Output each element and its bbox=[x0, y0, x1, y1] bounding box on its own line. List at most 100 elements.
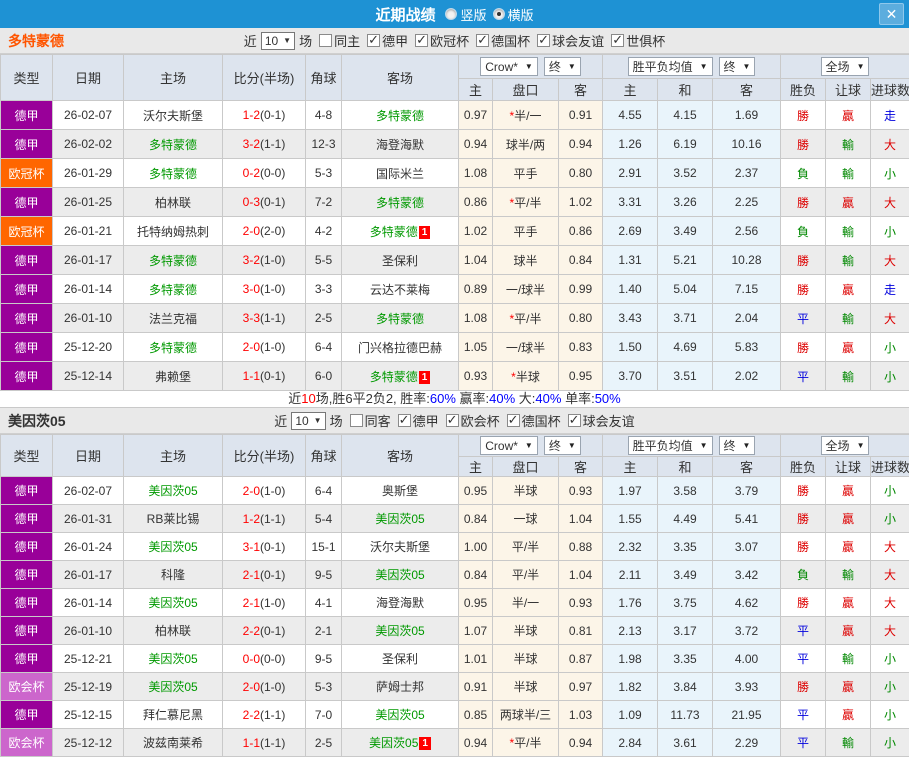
league-checkbox[interactable] bbox=[507, 414, 520, 427]
odds-source-select-0-1[interactable]: 终▼ bbox=[544, 57, 581, 76]
goals-result-cell: 大 bbox=[871, 561, 909, 589]
away-team-cell: 美因茨051 bbox=[342, 729, 459, 757]
odds-source-select-1-0[interactable]: 胜平负均值▼ bbox=[628, 436, 713, 455]
odds-home: 1.97 bbox=[603, 477, 658, 505]
results-table: 类型日期主场比分(半场)角球客场Crow*▼终▼胜平负均值▼终▼全场▼主盘口客主… bbox=[0, 54, 909, 391]
handicap-line: 半/一 bbox=[493, 589, 559, 617]
odds-group-header: 胜平负均值▼ 终▼ bbox=[603, 55, 781, 79]
odds-group-header: 胜平负均值▼ 终▼ bbox=[603, 435, 781, 457]
date-cell: 25-12-14 bbox=[53, 362, 124, 391]
column-header: 类型 bbox=[1, 55, 53, 101]
odds-home: 2.69 bbox=[603, 217, 658, 246]
radio-vertical-layout[interactable] bbox=[445, 8, 457, 20]
odds-source-select-0-0[interactable]: Crow*▼ bbox=[480, 57, 538, 76]
close-icon[interactable]: ✕ bbox=[879, 3, 904, 25]
team-label: 圣保利 bbox=[382, 652, 418, 666]
league-checkbox[interactable] bbox=[476, 34, 489, 47]
halftime-score: (1-0) bbox=[260, 282, 285, 296]
home-team-cell: 美因茨05 bbox=[124, 533, 223, 561]
fulltime-score: 1-2 bbox=[243, 512, 260, 526]
league-cell: 欧会杯 bbox=[1, 673, 53, 701]
odds-source-select-1-1[interactable]: 终▼ bbox=[719, 57, 756, 76]
league-checkbox[interactable] bbox=[398, 414, 411, 427]
away-team-cell: 萨姆士邦 bbox=[342, 673, 459, 701]
result-cell: 負 bbox=[781, 159, 826, 188]
score-cell: 3-0(1-0) bbox=[223, 275, 306, 304]
away-team-cell: 圣保利 bbox=[342, 246, 459, 275]
team-label: 美因茨05 bbox=[148, 596, 197, 610]
odds-source-select-0-0[interactable]: Crow*▼ bbox=[480, 436, 538, 455]
goals-result-cell: 小 bbox=[871, 505, 909, 533]
odds-away: 2.29 bbox=[713, 729, 781, 757]
radio-vertical-label[interactable]: 竖版 bbox=[460, 5, 486, 24]
odds-source-select-1-1[interactable]: 终▼ bbox=[719, 436, 756, 455]
handicap-away-odds: 1.03 bbox=[559, 701, 603, 729]
chevron-down-icon: ▼ bbox=[857, 441, 865, 450]
stats-summary-part: 10 bbox=[301, 391, 315, 406]
goals-result-cell: 大 bbox=[871, 533, 909, 561]
sub-column-header: 主 bbox=[603, 79, 658, 101]
halftime-score: (1-1) bbox=[260, 736, 285, 750]
odds-source-select-1-0[interactable]: 胜平负均值▼ bbox=[628, 57, 713, 76]
team-label: 美因茨05 bbox=[148, 540, 197, 554]
team-label: 多特蒙德 bbox=[370, 370, 418, 384]
team-section: 多特蒙德近10▼场同主德甲欧冠杯德国杯球会友谊世俱杯类型日期主场比分(半场)角球… bbox=[0, 28, 909, 408]
home-team-cell: 多特蒙德 bbox=[124, 130, 223, 159]
team-label: 法兰克福 bbox=[149, 312, 197, 326]
handicap-home-odds: 0.84 bbox=[459, 561, 493, 589]
odds-home: 3.31 bbox=[603, 188, 658, 217]
league-checkbox[interactable] bbox=[568, 414, 581, 427]
filter-bar: 美因茨05近10▼场同客德甲欧会杯德国杯球会友谊 bbox=[0, 408, 909, 434]
odds-draw: 4.69 bbox=[658, 333, 713, 362]
league-checkbox[interactable] bbox=[537, 34, 550, 47]
halftime-score: (1-0) bbox=[260, 680, 285, 694]
score-cell: 0-0(0-0) bbox=[223, 645, 306, 673]
games-count-select[interactable]: 10▼ bbox=[261, 32, 295, 50]
date-cell: 26-01-14 bbox=[53, 589, 124, 617]
league-checkbox[interactable] bbox=[611, 34, 624, 47]
team-label: 多特蒙德 bbox=[376, 312, 424, 326]
chevron-down-icon: ▼ bbox=[743, 441, 751, 450]
odds-source-select-2-0[interactable]: 全场▼ bbox=[821, 436, 870, 455]
handicap-line: 平手 bbox=[493, 159, 559, 188]
odds-home: 1.26 bbox=[603, 130, 658, 159]
score-cell: 2-2(1-1) bbox=[223, 701, 306, 729]
league-checkbox[interactable] bbox=[446, 414, 459, 427]
home-team-cell: 拜仁慕尼黑 bbox=[124, 701, 223, 729]
column-header: 比分(半场) bbox=[223, 55, 306, 101]
odds-source-select-1-0-value: 胜平负均值 bbox=[633, 58, 693, 75]
handicap-away-odds: 1.04 bbox=[559, 505, 603, 533]
league-checkbox[interactable] bbox=[415, 34, 428, 47]
games-count-select[interactable]: 10▼ bbox=[291, 412, 325, 430]
sub-column-header: 客 bbox=[559, 79, 603, 101]
radio-horizontal-layout[interactable] bbox=[493, 8, 505, 20]
away-team-cell: 云达不莱梅 bbox=[342, 275, 459, 304]
handicap-line: *平/半 bbox=[493, 729, 559, 757]
result-cell: 負 bbox=[781, 217, 826, 246]
same-venue-checkbox[interactable] bbox=[319, 34, 332, 47]
result-cell: 平 bbox=[781, 617, 826, 645]
radio-horizontal-label[interactable]: 横版 bbox=[508, 5, 534, 24]
score-cell: 2-0(1-0) bbox=[223, 333, 306, 362]
odds-source-select-0-1-value: 终 bbox=[549, 437, 561, 454]
league-checkbox[interactable] bbox=[367, 34, 380, 47]
away-team-cell: 门兴格拉德巴赫 bbox=[342, 333, 459, 362]
handicap-line: 平/半 bbox=[493, 561, 559, 589]
odds-home: 4.55 bbox=[603, 101, 658, 130]
league-cell: 德甲 bbox=[1, 589, 53, 617]
odds-draw: 3.84 bbox=[658, 673, 713, 701]
recent-results-panel: 近期战绩 竖版 横版 ✕ 多特蒙德近10▼场同主德甲欧冠杯德国杯球会友谊世俱杯类… bbox=[0, 0, 909, 757]
sub-column-header: 胜负 bbox=[781, 457, 826, 477]
chevron-down-icon: ▼ bbox=[525, 441, 533, 450]
odds-draw: 11.73 bbox=[658, 701, 713, 729]
column-header: 主场 bbox=[124, 435, 223, 477]
goals-result-cell: 小 bbox=[871, 217, 909, 246]
stats-summary-part: 赢率: bbox=[456, 391, 489, 406]
same-venue-checkbox[interactable] bbox=[350, 414, 363, 427]
goals-result-cell: 大 bbox=[871, 188, 909, 217]
odds-source-select-2-0[interactable]: 全场▼ bbox=[821, 57, 870, 76]
corner-cell: 2-5 bbox=[306, 729, 342, 757]
result-cell: 勝 bbox=[781, 333, 826, 362]
goals-result-cell: 小 bbox=[871, 159, 909, 188]
odds-source-select-0-1[interactable]: 终▼ bbox=[544, 436, 581, 455]
